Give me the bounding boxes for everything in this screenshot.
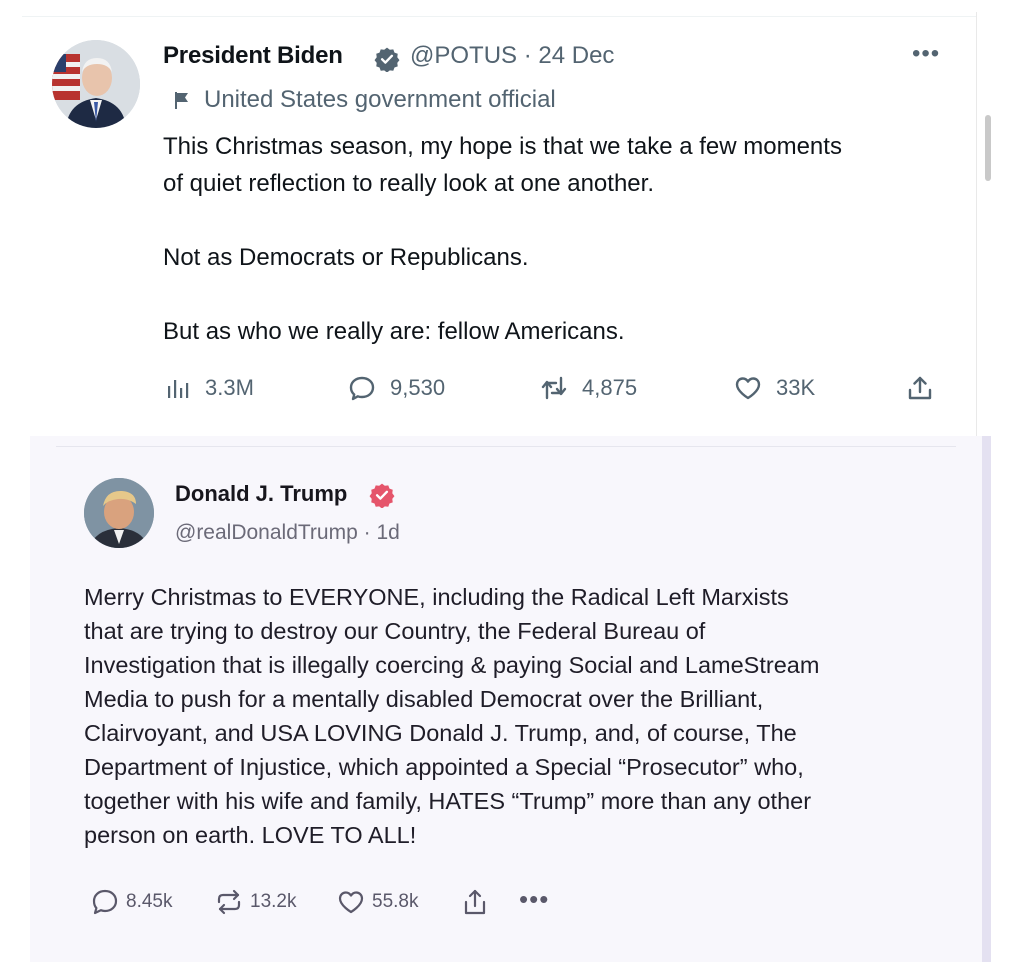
avatar[interactable] bbox=[84, 478, 154, 548]
share-icon bbox=[464, 889, 486, 915]
more-icon[interactable]: ••• bbox=[519, 884, 549, 915]
like-icon bbox=[338, 891, 364, 914]
reply-button[interactable]: 9,530 bbox=[348, 372, 445, 404]
handle-and-date[interactable]: @realDonaldTrump · 1d bbox=[175, 521, 400, 545]
retweet-button[interactable]: 4,875 bbox=[540, 372, 637, 404]
views-icon bbox=[168, 380, 189, 398]
like-icon bbox=[735, 377, 761, 400]
reply-count: 9,530 bbox=[390, 375, 446, 400]
more-icon[interactable]: ••• bbox=[912, 40, 940, 68]
author-name[interactable]: President Biden bbox=[163, 42, 343, 70]
handle-and-date[interactable]: @POTUS · 24 Dec bbox=[410, 42, 614, 70]
scrollbar-track[interactable] bbox=[976, 12, 991, 438]
like-button[interactable]: 55.8k bbox=[336, 886, 418, 918]
reply-icon bbox=[349, 376, 375, 401]
retruth-count: 13.2k bbox=[250, 891, 297, 912]
verified-badge-icon bbox=[374, 47, 400, 72]
scrollbar-thumb[interactable] bbox=[985, 115, 991, 181]
views-stat[interactable]: 3.3M bbox=[163, 372, 254, 404]
reply-icon bbox=[92, 889, 118, 915]
retweet-icon bbox=[541, 376, 567, 400]
retruth-button[interactable]: 13.2k bbox=[214, 886, 296, 918]
like-count: 33K bbox=[776, 375, 816, 400]
like-count: 55.8k bbox=[372, 891, 419, 912]
like-button[interactable]: 33K bbox=[734, 372, 815, 404]
flag-icon bbox=[175, 92, 188, 109]
retruth-icon bbox=[217, 889, 241, 915]
views-count: 3.3M bbox=[205, 375, 254, 400]
author-name[interactable]: Donald J. Trump bbox=[175, 481, 347, 507]
share-icon bbox=[908, 376, 932, 400]
tweet-text: This Christmas season, my hope is that w… bbox=[163, 133, 842, 345]
reply-count: 8.45k bbox=[126, 891, 173, 912]
verified-badge-icon bbox=[369, 483, 395, 508]
scrollbar-track[interactable] bbox=[982, 436, 991, 962]
share-button[interactable] bbox=[460, 886, 496, 918]
divider bbox=[56, 446, 956, 447]
retweet-count: 4,875 bbox=[582, 375, 638, 400]
government-label: United States government official bbox=[204, 86, 556, 113]
reply-button[interactable]: 8.45k bbox=[90, 886, 172, 918]
post-text: Merry Christmas to EVERYONE, including t… bbox=[84, 584, 820, 848]
share-button[interactable] bbox=[906, 372, 948, 404]
avatar[interactable] bbox=[52, 40, 140, 128]
